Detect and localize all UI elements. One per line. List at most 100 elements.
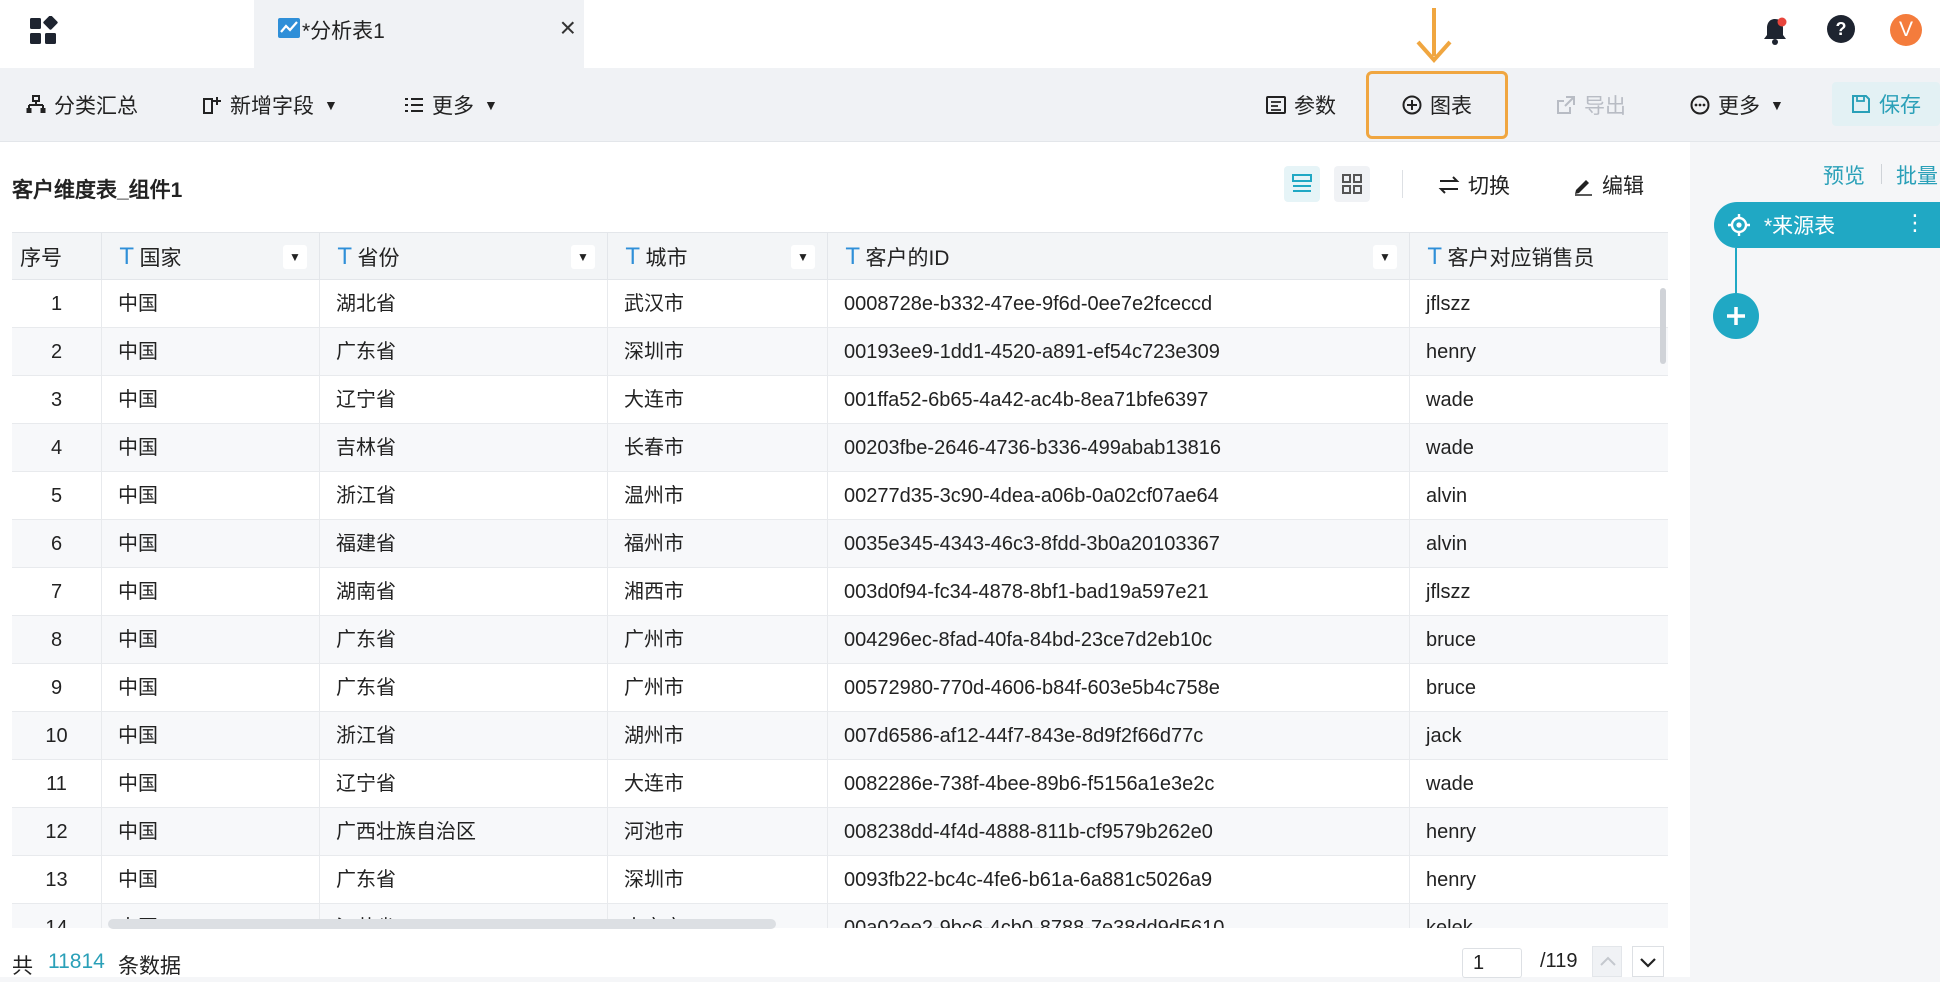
table-row[interactable]: 4 中国 吉林省 长春市 00203fbe-2646-4736-b336-499abab…	[12, 424, 1668, 472]
cell-city: 湘西市	[608, 568, 828, 616]
table-row[interactable]: 10 中国 浙江省 湖州市 007d6586-af12-44f7-843e-8d9f2f…	[12, 712, 1668, 760]
cell-customer-id: 00277d35-3c90-4dea-a06b-0a02cf07ae64	[828, 472, 1410, 520]
grid-view-button[interactable]	[1334, 166, 1370, 202]
export-button[interactable]: 导出	[1556, 68, 1626, 142]
table-row[interactable]: 2 中国 广东省 深圳市 00193ee9-1dd1-4520-a891-ef54c72…	[12, 328, 1668, 376]
cell-index: 12	[12, 808, 102, 856]
params-label: 参数	[1294, 95, 1336, 118]
column-header-country[interactable]: T 国家 ▼	[102, 233, 320, 281]
crosshair-icon	[1728, 214, 1750, 236]
record-count-suffix: 条数据	[118, 955, 181, 978]
dropdown-icon[interactable]: ▼	[571, 245, 595, 269]
add-field-button[interactable]: 新增字段 ▼	[202, 68, 338, 142]
cell-salesperson: bruce	[1426, 629, 1477, 651]
table-footer: 共 11814 条数据	[0, 944, 1690, 978]
source-table-node[interactable]: *来源表 ⋮	[1714, 202, 1940, 248]
chart-label: 图表	[1430, 95, 1472, 118]
table-row[interactable]: 7 中国 湖南省 湘西市 003d0f94-fc34-4878-8bf1-bad19a5…	[12, 568, 1668, 616]
text-type-icon: T	[120, 244, 134, 270]
column-header-city[interactable]: T 城市 ▼	[608, 233, 828, 281]
chevron-up-icon	[1600, 956, 1616, 966]
page-up-button[interactable]	[1592, 946, 1622, 977]
caret-down-icon: ▼	[1770, 97, 1784, 113]
more-menu-left[interactable]: 更多 ▼	[404, 68, 498, 142]
cell-province: 广西壮族自治区	[320, 808, 608, 856]
cell-customer-id: 00a02ee2-9bc6-4cb0-8788-7e38dd9d5610	[828, 904, 1410, 928]
table-row[interactable]: 11 中国 辽宁省 大连市 0082286e-738f-4bee-89b6-f5156a…	[12, 760, 1668, 808]
page-down-button[interactable]	[1632, 946, 1664, 977]
batch-link[interactable]: 批量	[1896, 160, 1938, 190]
divider	[1402, 170, 1403, 198]
table-row[interactable]: 9 中国 广东省 广州市 00572980-770d-4606-b84f-603e5b4…	[12, 664, 1668, 712]
cell-country: 中国	[102, 808, 320, 856]
cell-customer-id: 003d0f94-fc34-4878-8bf1-bad19a597e21	[828, 568, 1410, 616]
page-number-input[interactable]: 1	[1462, 948, 1522, 978]
cell-index: 8	[12, 616, 102, 664]
cell-index: 2	[12, 328, 102, 376]
table-row[interactable]: 1 中国 湖北省 武汉市 0008728e-b332-47ee-9f6d-0ee7e2f…	[12, 280, 1668, 328]
kebab-menu-icon[interactable]: ⋮	[1904, 210, 1926, 236]
notification-bell-icon[interactable]	[1761, 16, 1789, 46]
chart-button[interactable]: 图表	[1366, 71, 1508, 139]
dropdown-icon[interactable]: ▼	[1373, 245, 1397, 269]
text-type-icon: T	[846, 244, 860, 270]
table-row[interactable]: 13 中国 广东省 深圳市 0093fb22-bc4c-4fe6-b61a-6a881c…	[12, 856, 1668, 904]
cell-province: 广东省	[320, 328, 608, 376]
cell-index: 1	[12, 280, 102, 328]
vertical-scrollbar[interactable]	[1660, 288, 1666, 364]
more-menu-right[interactable]: 更多 ▼	[1690, 68, 1784, 142]
cell-province: 浙江省	[320, 472, 608, 520]
column-label: 客户对应销售员	[1447, 247, 1595, 270]
params-button[interactable]: 参数	[1266, 68, 1336, 142]
save-button[interactable]: 保存	[1832, 82, 1940, 126]
table-row[interactable]: 5 中国 浙江省 温州市 00277d35-3c90-4dea-a06b-0a02cf0…	[12, 472, 1668, 520]
add-circle-icon	[1402, 95, 1422, 115]
column-header-customer-id[interactable]: T 客户的ID ▼	[828, 233, 1410, 281]
table-row[interactable]: 8 中国 广东省 广州市 004296ec-8fad-40fa-84bd-23ce7d2…	[12, 616, 1668, 664]
cell-province: 吉林省	[320, 424, 608, 472]
column-header-province[interactable]: T 省份 ▼	[320, 233, 608, 281]
cell-customer-id: 0008728e-b332-47ee-9f6d-0ee7e2fceccd	[828, 280, 1410, 328]
preview-link[interactable]: 预览	[1823, 160, 1865, 190]
help-icon[interactable]: ?	[1826, 14, 1856, 44]
svg-text:?: ?	[1836, 19, 1847, 39]
horizontal-scrollbar[interactable]	[108, 919, 776, 929]
user-avatar[interactable]: V	[1890, 14, 1922, 46]
cell-province: 广东省	[320, 856, 608, 904]
table-row[interactable]: 12 中国 广西壮族自治区 河池市 008238dd-4f4d-4888-811b-cf…	[12, 808, 1668, 856]
plus-icon	[1727, 307, 1745, 325]
cell-country: 中国	[102, 328, 320, 376]
cell-province: 浙江省	[320, 712, 608, 760]
text-type-icon: T	[1428, 244, 1442, 270]
cell-country: 中国	[102, 424, 320, 472]
list-view-button[interactable]	[1284, 166, 1320, 202]
cell-city: 广州市	[608, 616, 828, 664]
record-count: 11814	[48, 950, 105, 973]
cell-country: 中国	[102, 856, 320, 904]
table-row[interactable]: 6 中国 福建省 福州市 0035e345-4343-46c3-8fdd-3b0a201…	[12, 520, 1668, 568]
cell-city: 大连市	[608, 760, 828, 808]
dropdown-icon[interactable]: ▼	[791, 245, 815, 269]
tab-analysis-1[interactable]: *分析表1 ×	[254, 0, 584, 68]
cell-customer-id: 007d6586-af12-44f7-843e-8d9f2f66d77c	[828, 712, 1410, 760]
group-summary-button[interactable]: 分类汇总	[26, 68, 138, 142]
edit-button[interactable]: 编辑	[1572, 170, 1644, 200]
list-view-icon	[1292, 174, 1312, 192]
panel-title: 客户维度表_组件1	[12, 179, 183, 202]
cell-province: 福建省	[320, 520, 608, 568]
list-icon	[405, 98, 423, 112]
more-left-label: 更多	[432, 95, 474, 118]
add-node-button[interactable]	[1713, 293, 1759, 339]
cell-province: 辽宁省	[320, 760, 608, 808]
column-label: 城市	[645, 247, 688, 270]
table-row[interactable]: 3 中国 辽宁省 大连市 001ffa52-6b65-4a42-ac4b-8ea71bf…	[12, 376, 1668, 424]
cell-province: 广东省	[320, 616, 608, 664]
dropdown-icon[interactable]: ▼	[283, 245, 307, 269]
apps-grid-icon[interactable]	[28, 16, 58, 46]
switch-button[interactable]: 切换	[1438, 170, 1510, 200]
column-header-index[interactable]: 序号	[12, 233, 102, 281]
cell-index: 9	[12, 664, 102, 712]
close-tab-icon[interactable]: ×	[560, 14, 576, 42]
table-header: 序号 T 国家 ▼ T 省份 ▼ T 城市 ▼ T 客户的ID ▼ T 客户对应销售员	[12, 232, 1668, 281]
column-header-salesperson[interactable]: T 客户对应销售员	[1410, 233, 1668, 281]
